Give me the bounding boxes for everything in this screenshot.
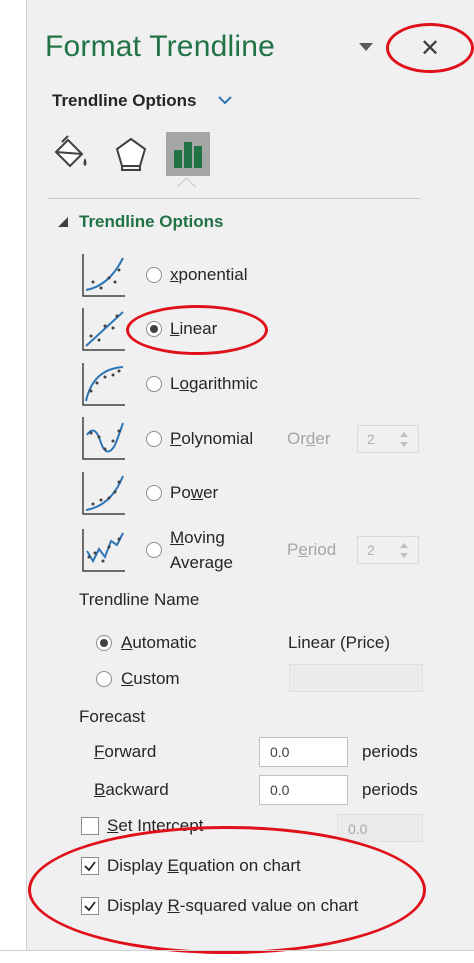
pane-options-dropdown-icon[interactable] <box>359 43 373 51</box>
power-trend-icon <box>82 472 125 515</box>
stepper-down-icon[interactable] <box>400 442 408 447</box>
collapse-triangle-icon[interactable] <box>58 217 68 227</box>
set-intercept-checkbox[interactable] <box>81 817 99 835</box>
forecast-heading: Forecast <box>79 707 146 726</box>
intercept-input[interactable]: 0.0 <box>337 814 423 842</box>
custom-radio[interactable] <box>96 671 112 687</box>
moving-average-radio[interactable] <box>146 542 162 558</box>
backward-unit: periods <box>362 780 418 799</box>
moving-average-label-line2[interactable]: Average <box>170 553 233 573</box>
moving-average-trend-icon <box>82 529 125 572</box>
close-highlight-ring <box>386 23 474 73</box>
exponential-trend-icon <box>82 254 125 297</box>
stepper-down-icon[interactable] <box>400 553 408 558</box>
period-label: Period <box>287 540 337 559</box>
polynomial-radio[interactable] <box>146 431 162 447</box>
tab-fill-line[interactable] <box>50 132 94 176</box>
stepper-up-icon[interactable] <box>400 432 408 437</box>
linear-highlight-ring <box>126 305 268 355</box>
chevron-down-icon[interactable] <box>218 95 232 105</box>
trendline-name-heading: Trendline Name <box>79 590 200 609</box>
section-title-trendline-options[interactable]: Trendline Options <box>79 212 224 232</box>
options-subheader[interactable]: Trendline Options <box>52 91 197 111</box>
order-stepper[interactable]: 2 <box>357 425 419 453</box>
stepper-up-icon[interactable] <box>400 543 408 548</box>
logarithmic-radio[interactable] <box>146 376 162 392</box>
pane-title: Format Trendline <box>45 30 275 63</box>
tab-divider <box>48 198 420 199</box>
power-radio[interactable] <box>146 485 162 501</box>
polynomial-label[interactable]: Polynomial <box>170 429 253 449</box>
tab-trendline-options[interactable] <box>166 132 210 176</box>
logarithmic-label[interactable]: Logarithmic <box>170 374 258 394</box>
polynomial-trend-icon <box>82 417 125 460</box>
forward-unit: periods <box>362 742 418 761</box>
forward-input[interactable]: 0.0 <box>259 737 348 767</box>
bar-chart-icon <box>174 142 202 168</box>
automatic-label[interactable]: Automatic <box>121 633 197 653</box>
moving-average-label-line1[interactable]: Moving <box>170 528 225 548</box>
forward-label: Forward <box>94 742 157 761</box>
automatic-name-value: Linear (Price) <box>288 633 391 652</box>
exponential-label[interactable]: xponential <box>170 265 248 285</box>
linear-trend-icon <box>82 308 125 351</box>
custom-name-input[interactable] <box>289 664 423 692</box>
order-value: 2 <box>367 431 375 447</box>
logarithmic-trend-icon <box>82 363 125 406</box>
display-options-highlight-ring <box>28 826 426 954</box>
custom-label[interactable]: Custom <box>121 669 180 689</box>
backward-label: Backward <box>94 780 169 799</box>
paint-bucket-icon <box>54 135 87 168</box>
power-label[interactable]: Power <box>170 483 218 503</box>
pentagon-icon <box>115 137 147 171</box>
pane-bottom-divider <box>0 950 474 951</box>
backward-input[interactable]: 0.0 <box>259 775 348 805</box>
exponential-radio[interactable] <box>146 267 162 283</box>
tab-effects[interactable] <box>109 132 153 176</box>
period-value: 2 <box>367 542 375 558</box>
order-label: Order <box>287 429 331 448</box>
automatic-radio[interactable] <box>96 635 112 651</box>
period-stepper[interactable]: 2 <box>357 536 419 564</box>
